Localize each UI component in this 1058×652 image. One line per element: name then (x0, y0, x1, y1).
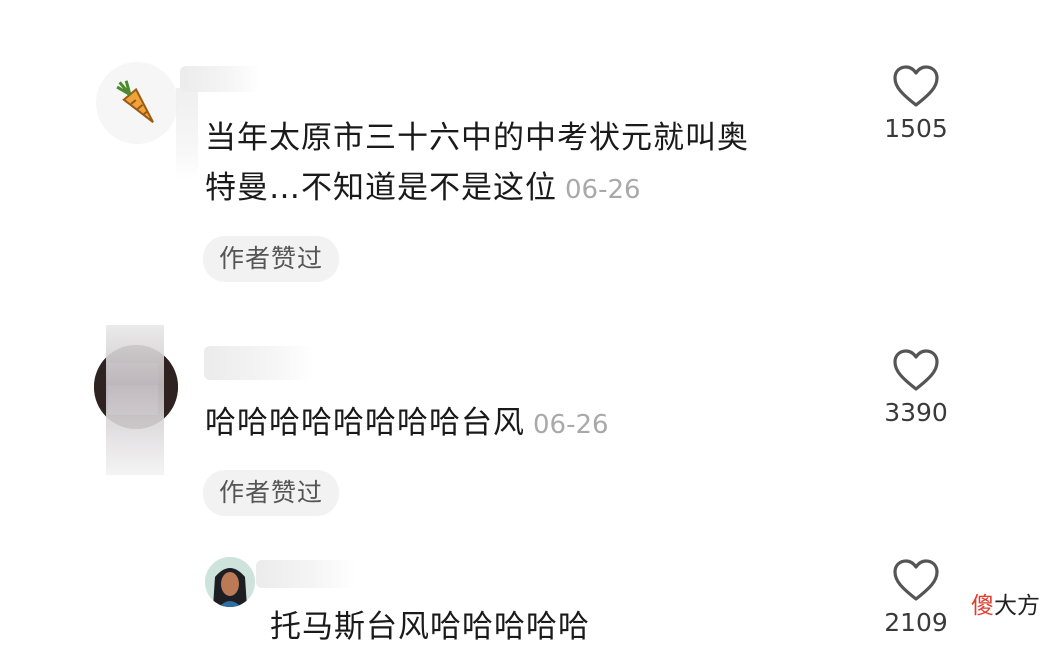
watermark: 傻大方 (971, 586, 1040, 620)
watermark-part2: 大方 (994, 593, 1040, 619)
comment-text-body: 哈哈哈哈哈哈哈哈台风 (205, 405, 525, 441)
comment-text-line2: 特曼…不知道是不是这位 06-26 (205, 163, 845, 215)
comment-text-line1: 当年太原市三十六中的中考状元就叫奥 (205, 120, 749, 156)
cartoon-girl-avatar (205, 557, 255, 607)
like-count: 3390 (884, 398, 948, 427)
username-redacted[interactable] (256, 560, 356, 588)
comment-text-line2-body: 特曼…不知道是不是这位 (205, 170, 557, 206)
heart-icon (893, 559, 939, 601)
comment-date: 06-26 (565, 175, 641, 205)
like-button[interactable]: 1505 (876, 64, 956, 143)
like-button[interactable]: 3390 (876, 348, 956, 427)
like-button[interactable]: 2109 (876, 558, 956, 637)
heart-icon (893, 65, 939, 107)
heart-icon (893, 349, 939, 391)
redaction-blur (176, 88, 198, 180)
author-liked-badge: 作者赞过 (203, 236, 340, 282)
avatar[interactable] (205, 557, 255, 607)
avatar[interactable] (96, 62, 178, 144)
author-liked-badge: 作者赞过 (203, 470, 340, 516)
redaction-blur (106, 325, 164, 475)
username-redacted[interactable] (204, 346, 314, 380)
like-count: 2109 (884, 608, 948, 637)
like-count: 1505 (884, 114, 948, 143)
watermark-part1: 傻 (971, 593, 994, 619)
carrot-icon (116, 80, 154, 123)
comment-text: 托马斯台风哈哈哈哈哈 (270, 602, 830, 652)
comment-date: 06-26 (533, 410, 609, 440)
comment-text: 哈哈哈哈哈哈哈哈台风 06-26 (205, 398, 845, 450)
comment-text: 当年太原市三十六中的中考状元就叫奥 特曼…不知道是不是这位 06-26 (205, 113, 845, 215)
comment-text-body: 托马斯台风哈哈哈哈哈 (270, 609, 590, 645)
